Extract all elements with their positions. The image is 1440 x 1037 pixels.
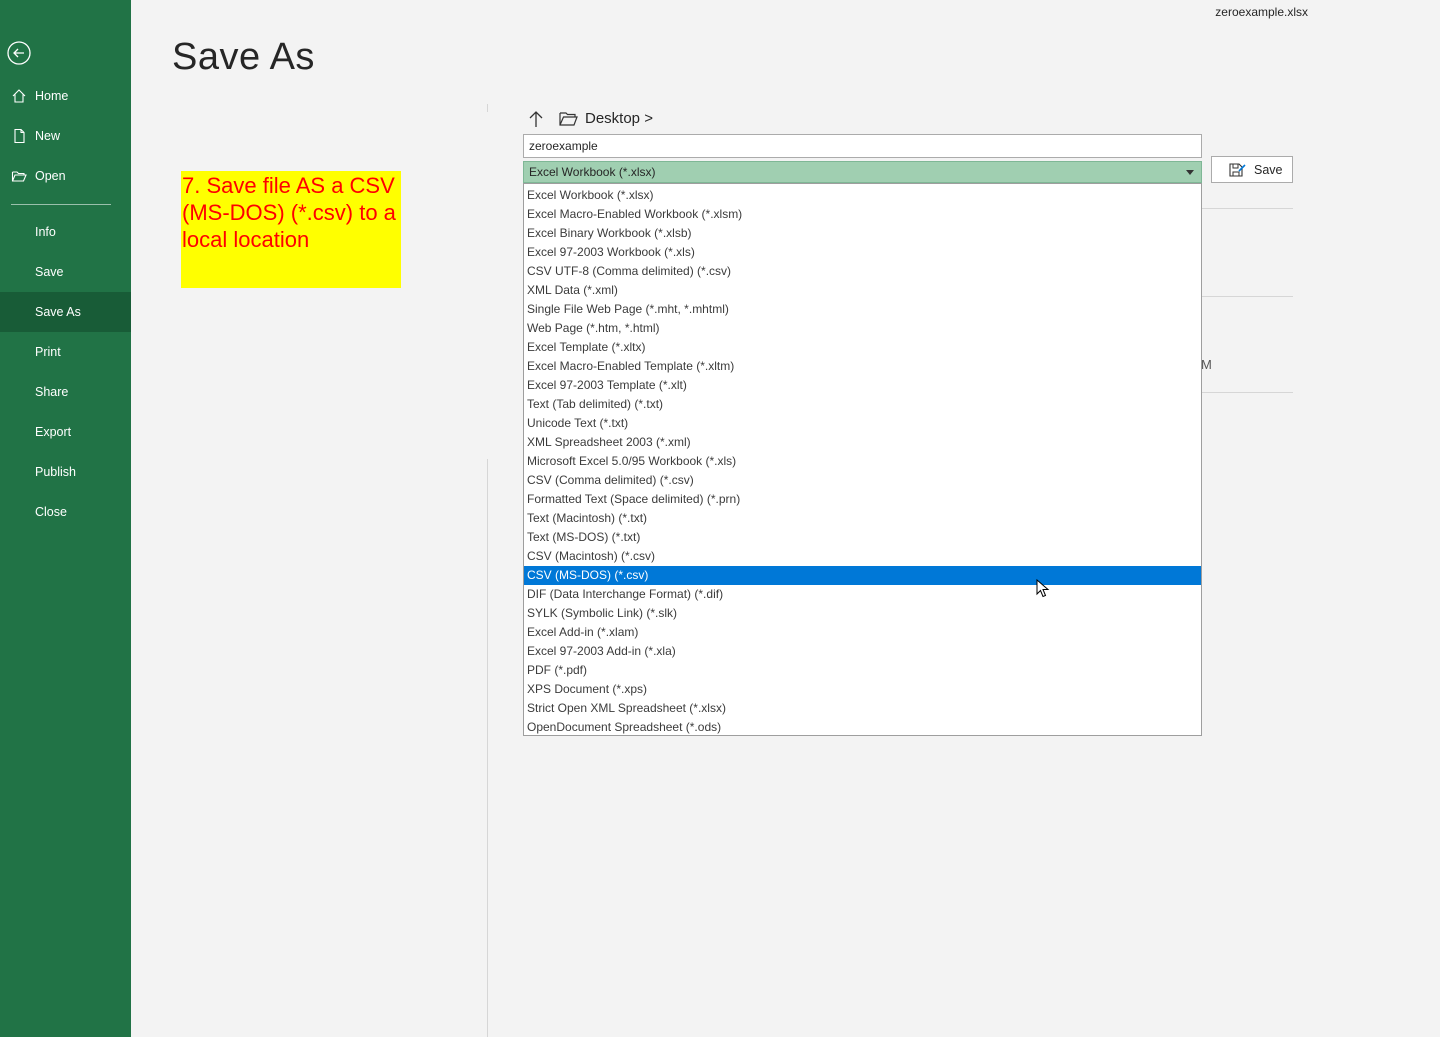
file-type-option[interactable]: Single File Web Page (*.mht, *.mhtml): [524, 300, 1201, 319]
sidebar-item-label: Open: [35, 169, 66, 183]
file-type-option[interactable]: CSV (Macintosh) (*.csv): [524, 547, 1201, 566]
file-type-option[interactable]: Excel Macro-Enabled Workbook (*.xlsm): [524, 205, 1201, 224]
sidebar-item-label: Save: [35, 265, 64, 279]
partial-timestamp-text: M: [1201, 357, 1212, 372]
sidebar-item-publish[interactable]: Publish: [0, 452, 131, 492]
up-arrow-icon: [529, 111, 543, 127]
sidebar-item-label: Print: [35, 345, 61, 359]
file-type-option[interactable]: CSV UTF-8 (Comma delimited) (*.csv): [524, 262, 1201, 281]
sidebar-divider: [11, 204, 111, 205]
sidebar-item-share[interactable]: Share: [0, 372, 131, 412]
sidebar-item-info[interactable]: Info: [0, 212, 131, 252]
save-icon: [1229, 162, 1246, 177]
home-icon: [12, 89, 26, 103]
sidebar-item-label: Save As: [35, 305, 81, 319]
file-type-option[interactable]: Unicode Text (*.txt): [524, 414, 1201, 433]
sidebar-item-save[interactable]: Save: [0, 252, 131, 292]
file-type-option[interactable]: Excel Workbook (*.xlsx): [524, 186, 1201, 205]
file-type-option[interactable]: Excel 97-2003 Workbook (*.xls): [524, 243, 1201, 262]
instruction-callout: 7. Save file AS a CSV (MS-DOS) (*.csv) t…: [181, 171, 401, 288]
sidebar-item-home[interactable]: Home: [0, 76, 131, 116]
open-folder-icon: [11, 171, 27, 182]
up-folder-button[interactable]: [526, 109, 546, 129]
sidebar-item-open[interactable]: Open: [0, 156, 131, 196]
list-separator: [1202, 392, 1293, 393]
sidebar-item-new[interactable]: New: [0, 116, 131, 156]
page-title: Save As: [172, 36, 315, 78]
file-type-option[interactable]: SYLK (Symbolic Link) (*.slk): [524, 604, 1201, 623]
mouse-cursor-icon: [1036, 579, 1050, 598]
file-type-option[interactable]: Strict Open XML Spreadsheet (*.xlsx): [524, 699, 1201, 718]
file-type-option[interactable]: Excel Template (*.xltx): [524, 338, 1201, 357]
pane-divider: [487, 459, 488, 1037]
file-type-dropdown-list[interactable]: Excel Workbook (*.xlsx) Excel Macro-Enabl…: [523, 183, 1202, 736]
file-type-option[interactable]: Text (MS-DOS) (*.txt): [524, 528, 1201, 547]
sidebar-item-label: Export: [35, 425, 72, 439]
file-type-option[interactable]: XML Data (*.xml): [524, 281, 1201, 300]
list-separator: [1202, 208, 1293, 209]
sidebar-item-close[interactable]: Close: [0, 492, 131, 532]
file-type-option[interactable]: XPS Document (*.xps): [524, 680, 1201, 699]
file-type-option[interactable]: Excel 97-2003 Add-in (*.xla): [524, 642, 1201, 661]
chevron-down-icon: [1186, 170, 1194, 175]
sidebar-item-label: Home: [35, 89, 69, 103]
file-type-option[interactable]: Text (Macintosh) (*.txt): [524, 509, 1201, 528]
sidebar-item-label: New: [35, 129, 61, 143]
file-type-option[interactable]: Web Page (*.htm, *.html): [524, 319, 1201, 338]
file-type-option[interactable]: Excel Macro-Enabled Template (*.xltm): [524, 357, 1201, 376]
file-type-option[interactable]: DIF (Data Interchange Format) (*.dif): [524, 585, 1201, 604]
back-arrow-icon: [7, 41, 31, 65]
sidebar-item-label: Info: [35, 225, 56, 239]
file-type-option[interactable]: Excel 97-2003 Template (*.xlt): [524, 376, 1201, 395]
file-type-option[interactable]: Formatted Text (Space delimited) (*.prn): [524, 490, 1201, 509]
pane-divider-top: [487, 104, 488, 112]
sidebar-item-export[interactable]: Export: [0, 412, 131, 452]
file-type-select[interactable]: Excel Workbook (*.xlsx): [523, 161, 1202, 183]
breadcrumb[interactable]: Desktop >: [585, 110, 653, 127]
new-file-icon: [14, 128, 25, 144]
save-button-label: Save: [1254, 162, 1283, 177]
file-type-option[interactable]: CSV (MS-DOS) (*.csv): [524, 566, 1201, 585]
document-title: zeroexample.xlsx: [1215, 5, 1308, 19]
save-button[interactable]: Save: [1211, 156, 1293, 183]
file-type-option[interactable]: Text (Tab delimited) (*.txt): [524, 395, 1201, 414]
file-type-option[interactable]: OpenDocument Spreadsheet (*.ods): [524, 718, 1201, 737]
file-type-option[interactable]: Excel Add-in (*.xlam): [524, 623, 1201, 642]
file-type-selected: Excel Workbook (*.xlsx): [529, 165, 656, 179]
sidebar-item-save-as[interactable]: Save As: [0, 292, 131, 332]
file-type-option[interactable]: PDF (*.pdf): [524, 661, 1201, 680]
file-type-option[interactable]: XML Spreadsheet 2003 (*.xml): [524, 433, 1201, 452]
sidebar-item-label: Share: [35, 385, 69, 399]
sidebar-item-label: Publish: [35, 465, 76, 479]
file-type-option[interactable]: CSV (Comma delimited) (*.csv): [524, 471, 1201, 490]
folder-icon: [559, 112, 578, 126]
sidebar-item-label: Close: [35, 505, 67, 519]
filename-input[interactable]: [523, 134, 1202, 158]
back-button[interactable]: [6, 40, 32, 66]
file-type-option[interactable]: Excel Binary Workbook (*.xlsb): [524, 224, 1201, 243]
backstage-sidebar: Home New Open Info Save Save As Print Sh…: [0, 0, 131, 1037]
list-separator: [1202, 296, 1293, 297]
sidebar-item-print[interactable]: Print: [0, 332, 131, 372]
file-type-option[interactable]: Microsoft Excel 5.0/95 Workbook (*.xls): [524, 452, 1201, 471]
